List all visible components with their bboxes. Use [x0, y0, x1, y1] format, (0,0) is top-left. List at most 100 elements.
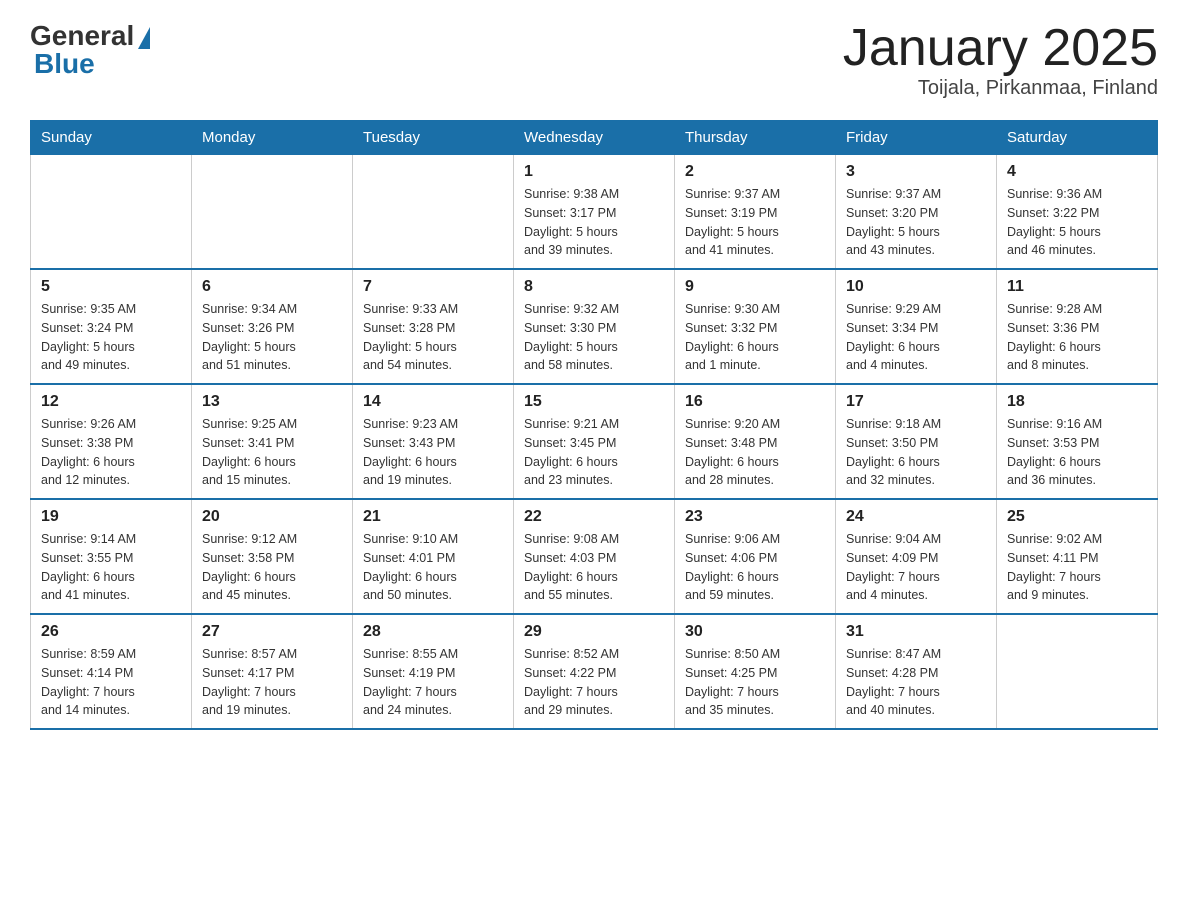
day-number: 14: [363, 393, 503, 411]
calendar-cell: 19 Sunrise: 9:14 AM Sunset: 3:55 PM Dayli…: [31, 499, 192, 614]
day-info: Sunrise: 8:55 AM Sunset: 4:19 PM Dayligh…: [363, 645, 503, 720]
day-info: Sunrise: 9:08 AM Sunset: 4:03 PM Dayligh…: [524, 530, 664, 605]
day-info: Sunrise: 9:20 AM Sunset: 3:48 PM Dayligh…: [685, 415, 825, 490]
calendar-cell: 5Sunrise: 9:35 AM Sunset: 3:24 PM Daylig…: [31, 269, 192, 384]
calendar-cell: 8Sunrise: 9:32 AM Sunset: 3:30 PM Daylig…: [514, 269, 675, 384]
calendar-cell: 6 Sunrise: 9:34 AM Sunset: 3:26 PM Daylig…: [192, 269, 353, 384]
calendar-cell: 3 Sunrise: 9:37 AM Sunset: 3:20 PM Daylig…: [836, 155, 997, 270]
calendar-title: January 2025: [843, 20, 1158, 77]
day-info: Sunrise: 8:57 AM Sunset: 4:17 PM Dayligh…: [202, 645, 342, 720]
day-number: 21: [363, 508, 503, 526]
calendar-subtitle: Toijala, Pirkanmaa, Finland: [843, 77, 1158, 100]
day-number: 16: [685, 393, 825, 411]
logo-block: General Blue: [30, 20, 150, 80]
calendar-cell: 10 Sunrise: 9:29 AM Sunset: 3:34 PM Dayli…: [836, 269, 997, 384]
day-number: 29: [524, 623, 664, 641]
day-number: 1: [524, 163, 664, 181]
calendar-cell: 16 Sunrise: 9:20 AM Sunset: 3:48 PM Dayli…: [675, 384, 836, 499]
day-info: Sunrise: 9:26 AM Sunset: 3:38 PM Dayligh…: [41, 415, 181, 490]
calendar-cell: 9 Sunrise: 9:30 AM Sunset: 3:32 PM Daylig…: [675, 269, 836, 384]
day-number: 15: [524, 393, 664, 411]
calendar-cell: 15 Sunrise: 9:21 AM Sunset: 3:45 PM Dayli…: [514, 384, 675, 499]
calendar-cell: 26 Sunrise: 8:59 AM Sunset: 4:14 PM Dayli…: [31, 614, 192, 729]
calendar-cell: 23 Sunrise: 9:06 AM Sunset: 4:06 PM Dayli…: [675, 499, 836, 614]
day-info: Sunrise: 9:36 AM Sunset: 3:22 PM Dayligh…: [1007, 185, 1147, 260]
day-number: 6: [202, 278, 342, 296]
calendar-cell: 18 Sunrise: 9:16 AM Sunset: 3:53 PM Dayli…: [997, 384, 1158, 499]
calendar-cell: 11Sunrise: 9:28 AM Sunset: 3:36 PM Dayli…: [997, 269, 1158, 384]
calendar-cell: 29 Sunrise: 8:52 AM Sunset: 4:22 PM Dayli…: [514, 614, 675, 729]
day-number: 7: [363, 278, 503, 296]
day-number: 19: [41, 508, 181, 526]
day-info: Sunrise: 9:21 AM Sunset: 3:45 PM Dayligh…: [524, 415, 664, 490]
day-number: 31: [846, 623, 986, 641]
day-info: Sunrise: 8:59 AM Sunset: 4:14 PM Dayligh…: [41, 645, 181, 720]
calendar-cell: [192, 155, 353, 270]
weekday-header-thursday: Thursday: [675, 121, 836, 155]
day-number: 24: [846, 508, 986, 526]
logo-blue-text: Blue: [34, 48, 95, 80]
calendar-cell: 31 Sunrise: 8:47 AM Sunset: 4:28 PM Dayli…: [836, 614, 997, 729]
day-info: Sunrise: 8:47 AM Sunset: 4:28 PM Dayligh…: [846, 645, 986, 720]
day-number: 5: [41, 278, 181, 296]
day-info: Sunrise: 9:38 AM Sunset: 3:17 PM Dayligh…: [524, 185, 664, 260]
day-info: Sunrise: 9:33 AM Sunset: 3:28 PM Dayligh…: [363, 300, 503, 375]
day-info: Sunrise: 9:37 AM Sunset: 3:19 PM Dayligh…: [685, 185, 825, 260]
day-number: 30: [685, 623, 825, 641]
calendar-cell: 14 Sunrise: 9:23 AM Sunset: 3:43 PM Dayli…: [353, 384, 514, 499]
calendar-cell: [31, 155, 192, 270]
day-number: 22: [524, 508, 664, 526]
calendar-cell: 20 Sunrise: 9:12 AM Sunset: 3:58 PM Dayli…: [192, 499, 353, 614]
day-number: 23: [685, 508, 825, 526]
day-info: Sunrise: 9:12 AM Sunset: 3:58 PM Dayligh…: [202, 530, 342, 605]
calendar-cell: 24 Sunrise: 9:04 AM Sunset: 4:09 PM Dayli…: [836, 499, 997, 614]
day-info: Sunrise: 8:50 AM Sunset: 4:25 PM Dayligh…: [685, 645, 825, 720]
calendar-cell: 12Sunrise: 9:26 AM Sunset: 3:38 PM Dayli…: [31, 384, 192, 499]
calendar-cell: 4 Sunrise: 9:36 AM Sunset: 3:22 PM Daylig…: [997, 155, 1158, 270]
title-block: January 2025 Toijala, Pirkanmaa, Finland: [843, 20, 1158, 100]
day-info: Sunrise: 9:04 AM Sunset: 4:09 PM Dayligh…: [846, 530, 986, 605]
day-number: 10: [846, 278, 986, 296]
day-info: Sunrise: 9:28 AM Sunset: 3:36 PM Dayligh…: [1007, 300, 1147, 375]
calendar-cell: 30 Sunrise: 8:50 AM Sunset: 4:25 PM Dayli…: [675, 614, 836, 729]
day-info: Sunrise: 9:34 AM Sunset: 3:26 PM Dayligh…: [202, 300, 342, 375]
day-number: 8: [524, 278, 664, 296]
day-info: Sunrise: 8:52 AM Sunset: 4:22 PM Dayligh…: [524, 645, 664, 720]
day-number: 2: [685, 163, 825, 181]
day-info: Sunrise: 9:14 AM Sunset: 3:55 PM Dayligh…: [41, 530, 181, 605]
day-info: Sunrise: 9:29 AM Sunset: 3:34 PM Dayligh…: [846, 300, 986, 375]
day-info: Sunrise: 9:23 AM Sunset: 3:43 PM Dayligh…: [363, 415, 503, 490]
day-number: 3: [846, 163, 986, 181]
day-number: 17: [846, 393, 986, 411]
day-info: Sunrise: 9:18 AM Sunset: 3:50 PM Dayligh…: [846, 415, 986, 490]
weekday-header-sunday: Sunday: [31, 121, 192, 155]
day-number: 25: [1007, 508, 1147, 526]
day-info: Sunrise: 9:37 AM Sunset: 3:20 PM Dayligh…: [846, 185, 986, 260]
day-number: 13: [202, 393, 342, 411]
day-number: 9: [685, 278, 825, 296]
calendar-week-row: 26 Sunrise: 8:59 AM Sunset: 4:14 PM Dayli…: [31, 614, 1158, 729]
calendar-week-row: 5Sunrise: 9:35 AM Sunset: 3:24 PM Daylig…: [31, 269, 1158, 384]
day-info: Sunrise: 9:02 AM Sunset: 4:11 PM Dayligh…: [1007, 530, 1147, 605]
weekday-header-saturday: Saturday: [997, 121, 1158, 155]
calendar-cell: 27Sunrise: 8:57 AM Sunset: 4:17 PM Dayli…: [192, 614, 353, 729]
day-number: 4: [1007, 163, 1147, 181]
calendar-week-row: 19 Sunrise: 9:14 AM Sunset: 3:55 PM Dayli…: [31, 499, 1158, 614]
day-info: Sunrise: 9:30 AM Sunset: 3:32 PM Dayligh…: [685, 300, 825, 375]
calendar-cell: 1 Sunrise: 9:38 AM Sunset: 3:17 PM Daylig…: [514, 155, 675, 270]
weekday-header-tuesday: Tuesday: [353, 121, 514, 155]
day-info: Sunrise: 9:16 AM Sunset: 3:53 PM Dayligh…: [1007, 415, 1147, 490]
day-info: Sunrise: 9:10 AM Sunset: 4:01 PM Dayligh…: [363, 530, 503, 605]
weekday-header-monday: Monday: [192, 121, 353, 155]
weekday-header-wednesday: Wednesday: [514, 121, 675, 155]
day-number: 26: [41, 623, 181, 641]
calendar-cell: 21 Sunrise: 9:10 AM Sunset: 4:01 PM Dayli…: [353, 499, 514, 614]
day-number: 28: [363, 623, 503, 641]
calendar-cell: [997, 614, 1158, 729]
calendar-cell: 2 Sunrise: 9:37 AM Sunset: 3:19 PM Daylig…: [675, 155, 836, 270]
day-number: 20: [202, 508, 342, 526]
day-info: Sunrise: 9:06 AM Sunset: 4:06 PM Dayligh…: [685, 530, 825, 605]
calendar-cell: 17 Sunrise: 9:18 AM Sunset: 3:50 PM Dayli…: [836, 384, 997, 499]
logo-triangle-icon: [138, 27, 150, 49]
day-number: 18: [1007, 393, 1147, 411]
